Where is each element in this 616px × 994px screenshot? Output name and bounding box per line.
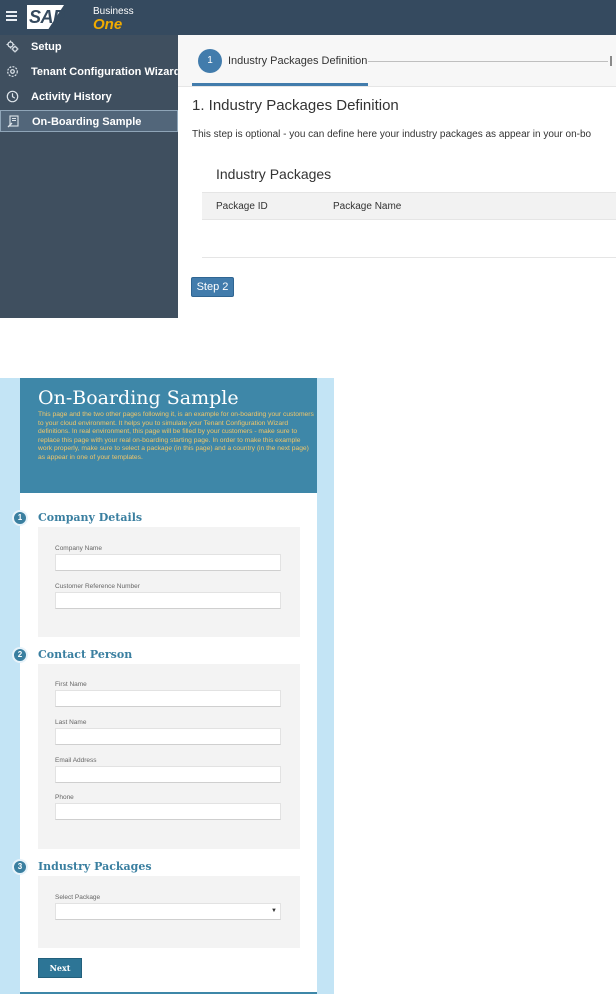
field-label: Phone	[55, 794, 74, 801]
shell-bar: SAP Business One	[0, 0, 616, 35]
company-name-input[interactable]	[55, 554, 281, 571]
sidebar-item-label: Setup	[31, 41, 62, 53]
sidebar-item-activity-history[interactable]: Activity History	[0, 86, 178, 108]
main-content: 1 Industry Packages Definition 1. Indust…	[178, 35, 616, 318]
column-header-package-id[interactable]: Package ID	[216, 201, 268, 212]
on-boarding-form: On-Boarding Sample This page and the two…	[12, 378, 317, 994]
sidebar-item-tenant-configuration-wizard[interactable]: Tenant Configuration Wizard	[0, 61, 181, 83]
section-number-badge: 2	[12, 647, 28, 663]
sidebar: Setup Tenant Configuration Wizard Activi…	[0, 35, 181, 318]
wizard-step-marker	[610, 56, 612, 66]
step-2-button[interactable]: Step 2	[191, 277, 234, 297]
contact-person-fieldset: First Name Last Name Email Address Phone	[38, 664, 300, 849]
sidebar-item-label: Activity History	[31, 91, 112, 103]
section-title-industry-packages: Industry Packages	[38, 860, 152, 873]
wizard-progress-bar: 1 Industry Packages Definition	[178, 35, 616, 87]
sidebar-item-label: Tenant Configuration Wizard	[31, 66, 181, 78]
page-title: 1. Industry Packages Definition	[192, 97, 399, 114]
logo-one-text: One	[93, 16, 123, 33]
document-edit-icon	[7, 115, 20, 128]
email-address-input[interactable]	[55, 766, 281, 783]
logo-sap-text: SAP	[29, 7, 65, 27]
wizard-step-connector	[368, 61, 608, 62]
table-title: Industry Packages	[216, 166, 332, 182]
industry-packages-fieldset: Select Package ▼	[38, 876, 300, 948]
field-label: Select Package	[55, 894, 101, 901]
section-title-contact-person: Contact Person	[38, 648, 133, 661]
industry-packages-table: Industry Packages Package ID Package Nam…	[202, 152, 616, 258]
section-number-badge: 1	[12, 510, 28, 526]
table-header-row: Package ID Package Name	[202, 192, 616, 220]
clock-icon	[6, 90, 19, 103]
form-intro-text: This page and the two other pages follow…	[38, 411, 314, 461]
hamburger-menu-icon[interactable]	[6, 11, 17, 21]
wizard-step-number[interactable]: 1	[198, 49, 222, 73]
company-details-fieldset: Company Name Customer Reference Number	[38, 527, 300, 637]
select-package-dropdown[interactable]: ▼	[55, 903, 281, 920]
field-label: Email Address	[55, 757, 97, 764]
next-button[interactable]: Next	[38, 958, 82, 978]
dropdown-arrow-icon: ▼	[271, 908, 277, 914]
form-header: On-Boarding Sample This page and the two…	[20, 378, 317, 493]
app-window: SAP Business One Setup Tenant Configurat…	[0, 0, 616, 318]
phone-input[interactable]	[55, 803, 281, 820]
page-description: This step is optional - you can define h…	[192, 129, 592, 140]
settings-icon	[6, 65, 19, 78]
last-name-input[interactable]	[55, 728, 281, 745]
wizard-active-step-indicator	[192, 83, 368, 86]
first-name-input[interactable]	[55, 690, 281, 707]
wizard-step-label[interactable]: Industry Packages Definition	[228, 55, 367, 67]
sap-business-one-logo: SAP Business One	[27, 4, 134, 33]
column-header-package-name[interactable]: Package Name	[333, 201, 401, 212]
form-title: On-Boarding Sample	[38, 387, 239, 409]
field-label: Last Name	[55, 719, 87, 726]
section-number-badge: 3	[12, 859, 28, 875]
sidebar-item-on-boarding-sample[interactable]: On-Boarding Sample	[0, 110, 178, 132]
field-label: Company Name	[55, 545, 102, 552]
sidebar-item-setup[interactable]: Setup	[0, 36, 178, 58]
sidebar-item-label: On-Boarding Sample	[32, 116, 142, 128]
field-label: Customer Reference Number	[55, 583, 140, 590]
on-boarding-page: On-Boarding Sample This page and the two…	[0, 378, 334, 994]
section-title-company-details: Company Details	[38, 511, 143, 524]
gear-cluster-icon	[6, 40, 19, 53]
field-label: First Name	[55, 681, 87, 688]
customer-reference-number-input[interactable]	[55, 592, 281, 609]
